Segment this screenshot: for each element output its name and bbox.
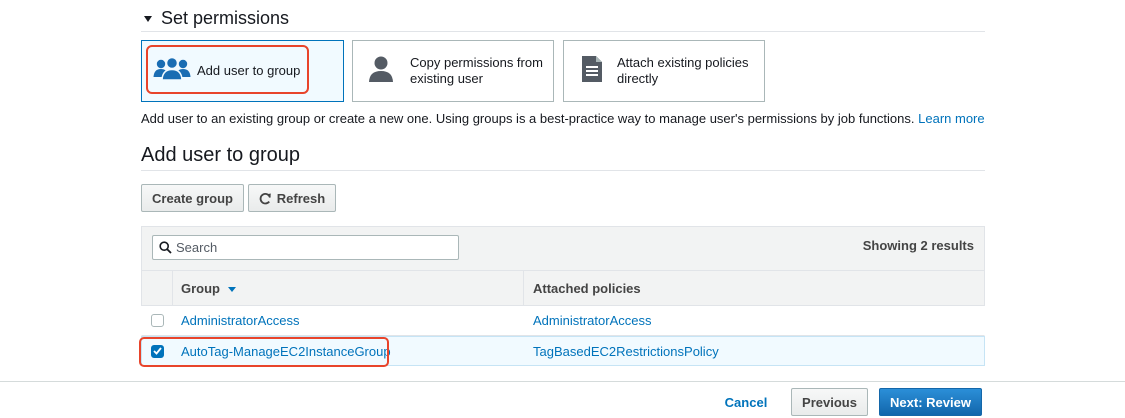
search-icon [159, 241, 172, 254]
refresh-button[interactable]: Refresh [248, 184, 336, 212]
header-check-cell [142, 271, 173, 305]
policy-link[interactable]: AdministratorAccess [533, 313, 651, 328]
column-header-group[interactable]: Group [173, 271, 524, 305]
group-cell: AdministratorAccess [173, 313, 525, 328]
checkmark-icon [153, 347, 162, 355]
user-group-icon [153, 56, 191, 87]
document-icon [581, 55, 603, 88]
row-check-cell [142, 344, 173, 358]
row-checkbox[interactable] [151, 314, 164, 327]
row-check-cell [142, 314, 173, 327]
option-attach-policies[interactable]: Attach existing policies directly [563, 40, 765, 102]
policy-cell: TagBasedEC2RestrictionsPolicy [525, 344, 984, 359]
set-permissions-header[interactable]: Set permissions [141, 6, 985, 32]
search-box[interactable] [152, 235, 459, 260]
option-add-user-to-group[interactable]: Add user to group [141, 40, 344, 102]
option-label: Attach existing policies directly [617, 55, 749, 86]
group-link[interactable]: AutoTag-ManageEC2InstanceGroup [181, 344, 391, 359]
table-row[interactable]: AdministratorAccess AdministratorAccess [141, 306, 985, 336]
column-header-group-label: Group [181, 280, 220, 296]
groups-table: Showing 2 results Group Attached policie… [141, 226, 985, 366]
option-label: Copy permissions from existing user [410, 55, 543, 86]
policy-cell: AdministratorAccess [525, 313, 984, 328]
help-text-body: Add user to an existing group or create … [141, 111, 915, 126]
create-group-button[interactable]: Create group [141, 184, 244, 212]
learn-more-link[interactable]: Learn more [918, 111, 984, 126]
subheader-title: Add user to group [141, 144, 300, 166]
search-input[interactable] [176, 240, 446, 255]
table-row[interactable]: AutoTag-ManageEC2InstanceGroup TagBasedE… [141, 336, 985, 366]
previous-button[interactable]: Previous [791, 388, 868, 416]
column-header-policies-label: Attached policies [533, 280, 641, 296]
policy-link[interactable]: TagBasedEC2RestrictionsPolicy [533, 344, 719, 359]
row-checkbox[interactable] [151, 344, 164, 358]
column-header-policies: Attached policies [524, 271, 984, 305]
cancel-button[interactable]: Cancel [716, 388, 776, 416]
results-count: Showing 2 results [862, 238, 974, 253]
option-label: Add user to group [197, 63, 301, 78]
add-user-to-group-header: Add user to group [141, 142, 985, 171]
next-review-button[interactable]: Next: Review [879, 388, 982, 416]
help-text: Add user to an existing group or create … [141, 111, 985, 126]
group-link[interactable]: AdministratorAccess [181, 313, 299, 328]
table-header: Group Attached policies [141, 270, 985, 306]
sort-descending-icon[interactable] [228, 286, 236, 292]
refresh-label: Refresh [276, 190, 326, 206]
user-icon [368, 55, 394, 88]
option-copy-permissions[interactable]: Copy permissions from existing user [352, 40, 554, 102]
section-title: Set permissions [161, 8, 290, 28]
table-toolbar: Showing 2 results [141, 226, 985, 270]
group-cell: AutoTag-ManageEC2InstanceGroup [173, 344, 525, 359]
caret-down-icon[interactable] [144, 16, 152, 22]
refresh-icon [259, 192, 272, 205]
